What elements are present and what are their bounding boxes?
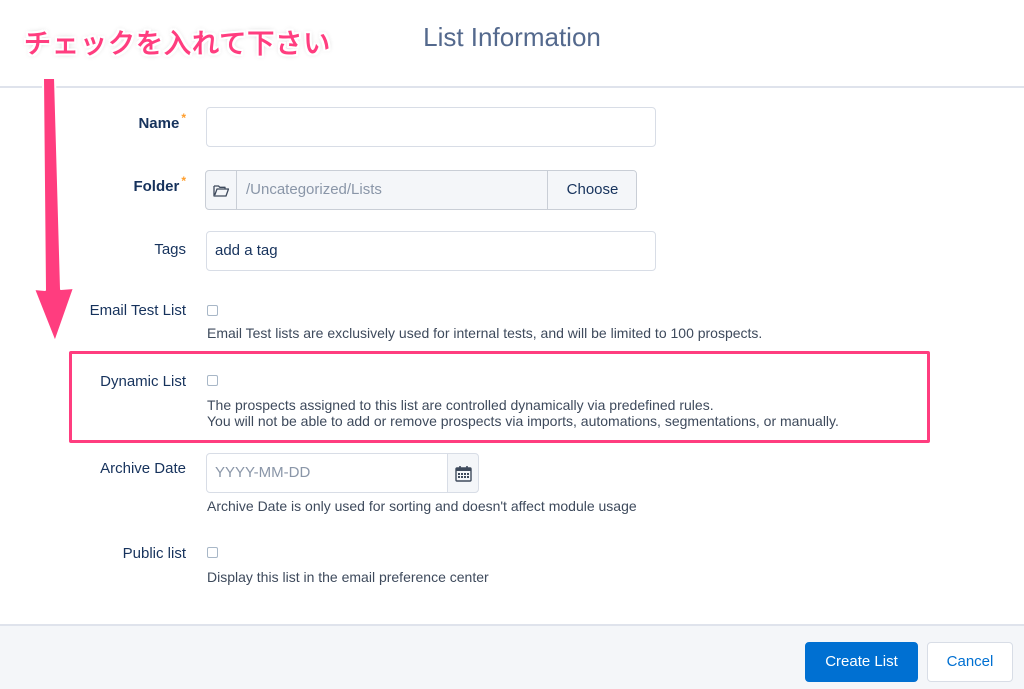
folder-open-icon	[206, 171, 237, 209]
dynamic-list-help-line1: The prospects assigned to this list are …	[207, 397, 714, 413]
dynamic-list-label: Dynamic List	[100, 373, 186, 390]
name-input[interactable]	[206, 107, 656, 147]
folder-path-field: /Uncategorized/Lists	[238, 171, 547, 209]
archive-date-help: Archive Date is only used for sorting an…	[207, 498, 637, 514]
email-test-list-label: Email Test List	[89, 302, 186, 319]
annotation-text: チェックを入れて下さい	[24, 29, 332, 60]
email-test-list-help: Email Test lists are exclusively used fo…	[207, 325, 763, 341]
folder-label: Folder *	[133, 174, 186, 195]
folder-picker: /Uncategorized/Lists Choose	[205, 170, 637, 210]
choose-folder-button[interactable]: Choose	[547, 171, 636, 209]
calendar-icon	[454, 465, 472, 482]
annotation-arrow-icon	[33, 77, 75, 343]
required-mark: *	[181, 111, 186, 125]
name-label: Name *	[138, 111, 186, 132]
tags-input[interactable]: add a tag	[206, 231, 656, 271]
tags-label: Tags	[154, 241, 186, 258]
dynamic-list-checkbox[interactable]	[207, 375, 218, 386]
public-list-label: Public list	[122, 545, 186, 562]
public-list-help: Display this list in the email preferenc…	[207, 569, 489, 585]
cancel-button[interactable]: Cancel	[927, 642, 1013, 682]
calendar-button[interactable]	[447, 453, 479, 493]
public-list-checkbox[interactable]	[207, 547, 218, 558]
dynamic-list-help-line2: You will not be able to add or remove pr…	[207, 413, 839, 429]
archive-date-input[interactable]: YYYY-MM-DD	[206, 453, 448, 493]
email-test-list-checkbox[interactable]	[207, 305, 218, 316]
archive-date-label: Archive Date	[100, 460, 186, 477]
create-list-button[interactable]: Create List	[805, 642, 918, 682]
required-mark: *	[181, 174, 186, 188]
